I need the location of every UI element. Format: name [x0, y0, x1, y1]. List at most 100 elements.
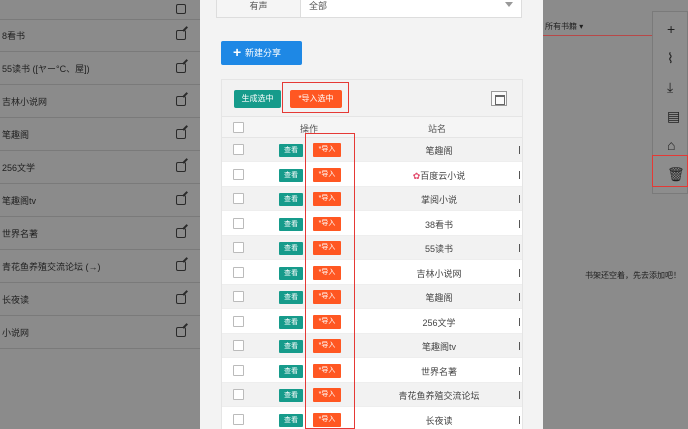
- leaf-icon[interactable]: ⌇: [667, 51, 674, 65]
- view-button[interactable]: 查看: [279, 340, 303, 353]
- header-site: 站名: [428, 124, 447, 134]
- left-list-item-label: 长夜读: [2, 295, 30, 305]
- left-list-item[interactable]: 小说网: [0, 317, 200, 349]
- left-list-item[interactable]: 青花鱼养殖交流论坛 (→): [0, 251, 200, 283]
- table-row: 查看 *导入 55读书: [222, 236, 522, 260]
- column-edge: [519, 146, 520, 154]
- view-button[interactable]: 查看: [279, 266, 303, 280]
- left-list-item[interactable]: 笔趣阁tv: [0, 185, 200, 217]
- site-name: 笔趣阁: [425, 146, 453, 156]
- site-name: 青花鱼养殖交流论坛: [398, 391, 480, 401]
- table-header: 操作 站名: [222, 116, 522, 138]
- left-list-top-item[interactable]: [0, 0, 200, 20]
- view-button[interactable]: 查看: [279, 364, 303, 378]
- view-button[interactable]: 查看: [279, 168, 303, 182]
- left-list-item[interactable]: 吉林小说网: [0, 86, 200, 118]
- empty-shelf-text: 书架还空着，先去添加吧！: [585, 271, 681, 280]
- left-list-item-label: 256文学: [2, 163, 36, 173]
- row-checkbox[interactable]: [233, 266, 244, 278]
- table-row: 查看 *导入 ✿百度云小说: [222, 162, 522, 187]
- list-icon[interactable]: ▤: [667, 109, 680, 123]
- table-row: 查看 *导入 长夜读: [222, 407, 522, 429]
- row-checkbox[interactable]: [233, 144, 244, 155]
- row-checkbox[interactable]: [233, 217, 244, 229]
- site-name: 55读书: [424, 244, 453, 254]
- download-icon[interactable]: ⤓: [667, 80, 673, 94]
- row-checkbox[interactable]: [233, 364, 244, 376]
- left-list-item[interactable]: 笔趣阁: [0, 119, 200, 151]
- view-button[interactable]: 查看: [279, 413, 303, 427]
- view-button[interactable]: 查看: [279, 193, 303, 206]
- row-checkbox[interactable]: [233, 193, 244, 204]
- highlight-box: [282, 82, 349, 113]
- column-edge: [519, 195, 520, 203]
- table-row: 查看 *导入 掌阅小说: [222, 187, 522, 211]
- audio-filter[interactable]: 有声 全部: [216, 0, 522, 18]
- edit-icon[interactable]: [176, 327, 186, 337]
- edit-icon[interactable]: [176, 129, 186, 139]
- left-list-item[interactable]: 256文学: [0, 152, 200, 184]
- table-row: 查看 *导入 笔趣阁: [222, 138, 522, 162]
- column-edge: [519, 342, 520, 350]
- edit-icon[interactable]: [176, 63, 186, 73]
- import-column-highlight: [305, 133, 355, 429]
- new-share-button[interactable]: + 新建分享: [221, 41, 302, 65]
- left-list-item-label: 世界名著: [2, 229, 39, 239]
- row-checkbox[interactable]: [233, 413, 244, 425]
- row-checkbox[interactable]: [233, 168, 244, 180]
- column-edge: [519, 244, 520, 252]
- generate-selected-button[interactable]: 生成选中: [234, 90, 281, 108]
- source-table: 生成选中 *导入选中 操作 站名 查看 *导入 笔趣阁 查看 *导入 ✿百度云小说 查看 *导…: [221, 79, 523, 429]
- left-list-item-label: 笔趣阁tv: [2, 196, 37, 206]
- plus-icon[interactable]: +: [667, 22, 675, 36]
- site-name: 笔趣阁: [425, 293, 453, 303]
- left-list-item[interactable]: 长夜读: [0, 284, 200, 316]
- view-button[interactable]: 查看: [279, 242, 303, 255]
- table-toolbar: 生成选中 *导入选中: [222, 80, 522, 116]
- site-name: 吉林小说网: [416, 268, 462, 279]
- share-panel: 有声 全部 + 新建分享 生成选中 *导入选中 操作 站名 查看 *导入 笔趣阁 查看…: [200, 0, 543, 429]
- column-edge: [519, 219, 520, 228]
- edit-icon[interactable]: [176, 96, 186, 106]
- left-list-item[interactable]: 世界名著: [0, 218, 200, 250]
- table-row: 查看 *导入 青花鱼养殖交流论坛: [222, 383, 522, 407]
- filter-label: 有声: [217, 0, 301, 17]
- row-checkbox[interactable]: [233, 291, 244, 302]
- chevron-down-icon[interactable]: [505, 2, 513, 7]
- left-list-item-label: 小说网: [2, 328, 30, 338]
- edit-icon[interactable]: [176, 30, 186, 40]
- view-button[interactable]: 查看: [279, 315, 303, 329]
- left-list-item[interactable]: 8看书: [0, 20, 200, 52]
- view-button[interactable]: 查看: [279, 291, 303, 304]
- view-button[interactable]: 查看: [279, 389, 303, 402]
- edit-icon[interactable]: [176, 261, 186, 271]
- left-list-item[interactable]: 55读书 ([ヤー°C、屋]): [0, 53, 200, 85]
- site-name: 世界名著: [420, 366, 457, 377]
- edit-icon[interactable]: [176, 228, 186, 238]
- row-checkbox[interactable]: [233, 315, 244, 327]
- view-button[interactable]: 查看: [279, 144, 303, 157]
- column-edge: [519, 268, 520, 277]
- bank-icon[interactable]: ⌂: [667, 138, 675, 152]
- row-checkbox[interactable]: [233, 340, 244, 351]
- filter-value[interactable]: 全部: [309, 0, 327, 12]
- table-row: 查看 *导入 256文学: [222, 309, 522, 334]
- columns-icon[interactable]: [491, 91, 507, 106]
- trash-highlight: [652, 155, 688, 187]
- view-button[interactable]: 查看: [279, 217, 303, 231]
- edit-icon[interactable]: [176, 195, 186, 205]
- row-checkbox[interactable]: [233, 242, 244, 253]
- row-checkbox[interactable]: [233, 389, 244, 400]
- left-list-item-label: 55读书 ([ヤー°C、屋]): [2, 64, 90, 74]
- site-name: 笔趣阁tv: [421, 342, 456, 352]
- column-edge: [519, 317, 520, 326]
- select-all-checkbox[interactable]: [233, 122, 244, 133]
- left-bookmark-list: 8看书 55读书 ([ヤー°C、屋]) 吉林小说网 笔趣阁 256文学笔趣阁tv 世界名著…: [0, 0, 200, 429]
- edit-icon[interactable]: [176, 4, 186, 14]
- table-row: 查看 *导入 38看书: [222, 211, 522, 236]
- site-name: 38看书: [424, 219, 453, 230]
- all-books-tab[interactable]: 所有书籍 ▾: [545, 21, 583, 32]
- edit-icon[interactable]: [176, 294, 186, 304]
- edit-icon[interactable]: [176, 162, 186, 172]
- left-list-item-label: 青花鱼养殖交流论坛 (→): [2, 262, 101, 272]
